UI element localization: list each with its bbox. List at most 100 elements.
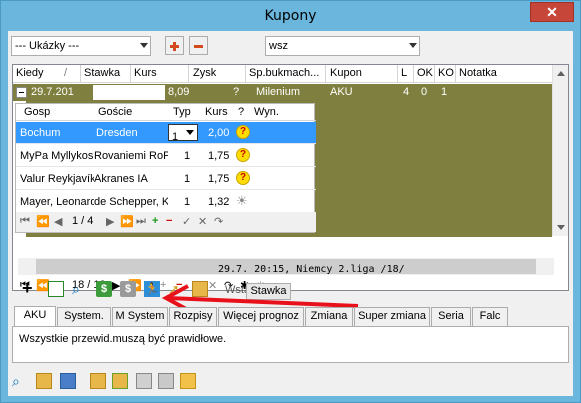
col-ok[interactable]: OK [417,67,433,79]
cell-stawka [93,85,165,100]
question-icon: ? [236,171,250,185]
prev-record-icon[interactable]: ◀ [54,215,62,228]
tab-content-text: Wszystkie przewid.muszą być prawidłowe. [19,333,227,345]
filter-select[interactable]: --- Ukázky --- [11,36,151,56]
cell-typ: 1 [184,173,191,185]
chevron-down-icon [409,43,417,48]
tab-seria[interactable]: Seria [431,307,471,326]
last-record-icon[interactable]: ⏭ [136,215,146,228]
chart-icon[interactable] [60,373,76,389]
first-record-icon[interactable]: ⏮ [20,215,30,228]
match-row[interactable]: Mayer, Leonard de Schepper, K 1 1,32 ☀ [16,191,316,213]
delete-icon[interactable]: − [166,215,172,227]
top-toolbar: --- Ukázky --- wsz [8,31,573,61]
tab-system[interactable]: System. [57,307,111,326]
col-kupon[interactable]: Kupon [330,67,362,79]
match-row[interactable]: Bochum Dresden 1 2,00 ? [16,122,316,144]
question-icon: ? [236,125,250,139]
col-l[interactable]: L [401,67,407,79]
scroll-down-icon[interactable] [557,225,565,230]
post-icon[interactable]: ✓ [182,215,191,228]
next-record-icon[interactable]: ▶ [106,215,114,228]
tab-falc[interactable]: Falc [472,307,508,326]
collapse-icon[interactable] [16,87,27,98]
kupony-window: Kupony ✕ --- Ukázky --- wsz Kiedy / Staw… [0,0,581,403]
cell-kiedy: 29.7.201 [31,86,74,98]
close-button[interactable]: ✕ [530,2,574,22]
insert-icon[interactable]: + [152,215,158,227]
export-icon[interactable]: ➚ [168,281,184,297]
client-area: --- Ukázky --- wsz Kiedy / Stawka Kurs Z… [8,31,573,396]
dollar-green-icon[interactable]: $ [96,281,112,297]
zoom-icon[interactable]: ⌕ [12,373,28,389]
add-button[interactable] [165,36,184,55]
col-ko[interactable]: KO [438,67,454,79]
cell-typ: 1 [184,150,191,162]
col-notatka[interactable]: Notatka [459,67,497,79]
col-kurs[interactable]: Kurs [134,67,157,79]
question-icon: ? [236,148,250,162]
col-zysk[interactable]: Zysk [193,67,216,79]
scope-select-value: wsz [269,40,288,52]
tab-zmiana[interactable]: Zmiana [305,307,353,326]
print-preview-icon[interactable] [158,373,174,389]
folder-icon[interactable] [192,281,208,297]
scope-select[interactable]: wsz [265,36,420,56]
search-icon[interactable]: ⌕ [72,281,88,297]
tab-m-system[interactable]: M System [112,307,168,326]
subgrid-header: Gosp Goście Typ Kurs ? Wyn. [16,104,316,121]
typ-select[interactable]: 1 [168,124,198,143]
tab-super-zmiana[interactable]: Super zmiana [354,307,430,326]
cell-kurs: 1,32 [208,196,230,208]
col-sort-indicator: / [64,67,68,79]
grid-header: Kiedy / Stawka Kurs Zysk Sp.bukmach... K… [13,65,552,83]
subcol-kurs[interactable]: Kurs [205,106,228,118]
tab-wiecej-prognoz[interactable]: Więcej prognoz [218,307,304,326]
col-kiedy[interactable]: Kiedy [16,67,44,79]
subcol-wyn[interactable]: Wyn. [254,106,279,118]
subcol-typ[interactable]: Typ [173,106,191,118]
cell-gosp: Valur Reykjavík [20,173,94,185]
prev-page-icon[interactable]: ⏪ [36,215,50,228]
refresh-icon[interactable]: ↷ [214,215,223,228]
open-folder-icon[interactable] [36,373,52,389]
next-page-icon[interactable]: ⏩ [120,215,134,228]
matches-subgrid: Gosp Goście Typ Kurs ? Wyn. Bochum Dresd… [15,103,316,233]
cell-goscie: Akranes IA [94,173,148,185]
coupon-row[interactable]: 29.7.201 8,09 ? Milenium AKU 4 0 1 [13,84,552,101]
subcol-question[interactable]: ? [238,106,244,118]
stawka-button[interactable]: Stawka [246,283,291,300]
cancel-icon[interactable]: ✕ [198,215,207,228]
grid-vertical-scrollbar[interactable] [552,65,568,236]
sun-icon: ☀ [236,193,248,208]
coupons-grid: Kiedy / Stawka Kurs Zysk Sp.bukmach... K… [12,64,569,292]
runner-icon[interactable]: 🏃 [144,281,160,297]
match-row[interactable]: MyPa Myllykosk Rovaniemi RoPS 1 1,75 ? [16,145,316,167]
filter-select-value: --- Ukázky --- [15,40,80,52]
tab-aku[interactable]: AKU [14,306,56,327]
cell-typ: 1 [184,196,191,208]
list-icon[interactable] [48,281,64,297]
scroll-up-icon[interactable] [557,71,565,76]
export-folder-icon[interactable] [112,373,128,389]
match-row[interactable]: Valur Reykjavík Akranes IA 1 1,75 ? [16,168,316,190]
print-icon[interactable] [136,373,152,389]
subcol-goscie[interactable]: Goście [98,106,132,118]
subcol-gosp[interactable]: Gosp [24,106,50,118]
tab-rozpisy[interactable]: Rozpisy [169,307,217,326]
typ-select-value: 1 [172,131,179,143]
cell-gosp: MyPa Myllykosk [20,150,94,162]
col-stawka[interactable]: Stawka [84,67,120,79]
tab-panel: Wszystkie przewid.muszą być prawidłowe. [12,326,569,363]
col-sp-bukmacher[interactable]: Sp.bukmach... [249,67,319,79]
cell-kurs: 1,75 [208,150,230,162]
remove-button[interactable] [189,36,208,55]
cell-zysk: ? [233,86,240,98]
import-icon[interactable] [90,373,106,389]
dollar-gray-icon[interactable]: $ [120,281,136,297]
add-icon[interactable]: + [22,279,38,297]
chevron-down-icon [186,130,194,135]
lock-icon[interactable] [180,373,196,389]
cell-gosp: Mayer, Leonard [20,196,94,208]
subgrid-navigator: ⏮ ⏪ ◀ 1 / 4 ▶ ⏩ ⏭ + − ✓ ✕ ↷ [16,212,316,232]
